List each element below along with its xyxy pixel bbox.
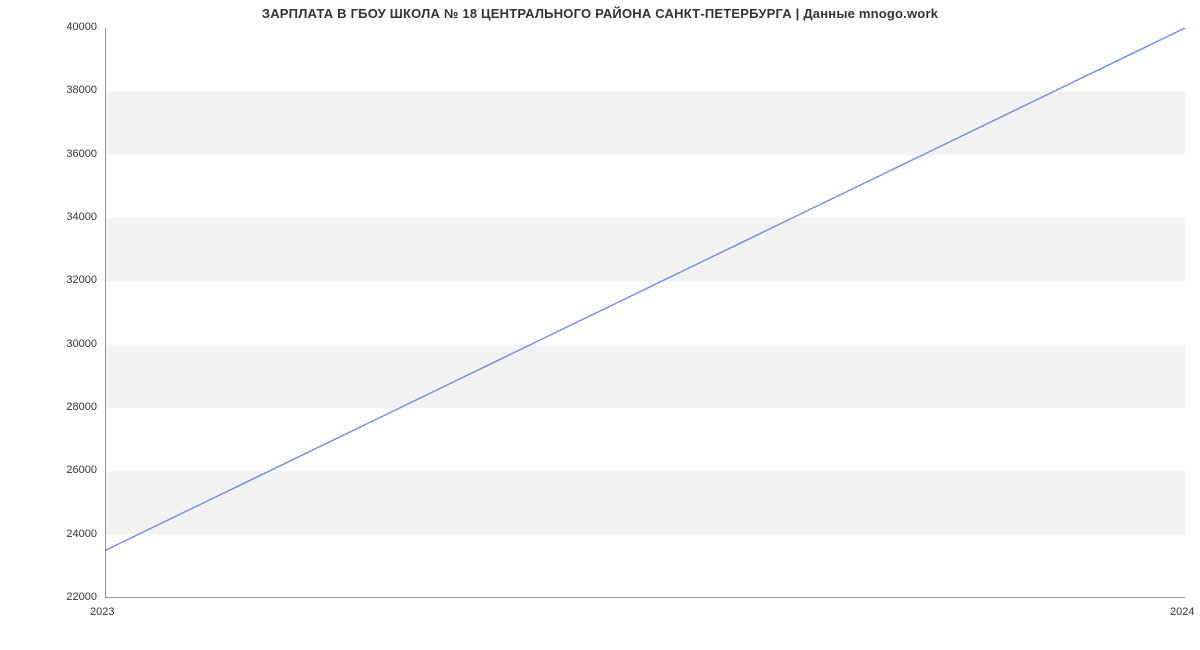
chart-title: ЗАРПЛАТА В ГБОУ ШКОЛА № 18 ЦЕНТРАЛЬНОГО … [0,6,1200,21]
y-tick-label: 28000 [66,401,97,413]
y-tick-label: 34000 [66,211,97,223]
x-tick-label: 2024 [1170,606,1194,618]
y-tick-label: 38000 [66,84,97,96]
x-tick-label: 2023 [90,606,114,618]
y-tick-label: 22000 [66,591,97,603]
chart-container: ЗАРПЛАТА В ГБОУ ШКОЛА № 18 ЦЕНТРАЛЬНОГО … [0,0,1200,650]
grid-bands [105,91,1185,534]
y-tick-label: 30000 [66,338,97,350]
y-tick-label: 40000 [66,21,97,33]
y-tick-label: 36000 [66,148,97,160]
y-tick-label: 26000 [66,464,97,476]
y-tick-label: 32000 [66,274,97,286]
y-tick-label: 24000 [66,528,97,540]
plot-area [105,28,1185,598]
